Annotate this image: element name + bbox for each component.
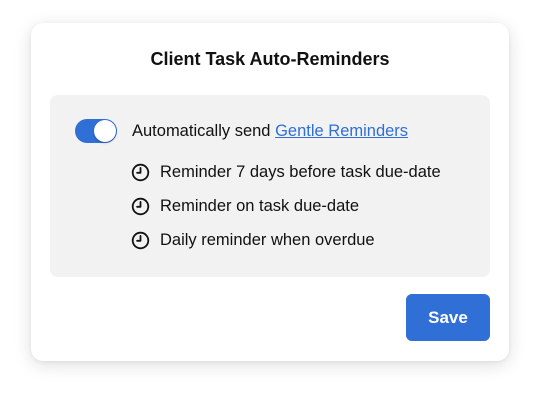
clock-icon [131, 197, 150, 215]
reminder-item-due-date: Reminder on task due-date [131, 195, 359, 217]
reminder-item-daily-overdue: Daily reminder when overdue [131, 229, 375, 251]
dialog-title: Client Task Auto-Reminders [150, 49, 390, 69]
reminder-item-7-days-before: Reminder 7 days before task due-date [131, 161, 441, 183]
reminder-settings-panel: Automatically send Gentle Reminders Remi… [50, 95, 490, 277]
clock-icon [131, 163, 150, 181]
clock-icon [131, 231, 150, 249]
reminder-label: Reminder 7 days before task due-date [160, 162, 441, 181]
auto-send-toggle[interactable] [75, 119, 117, 143]
auto-send-label: Automatically send Gentle Reminders [132, 122, 408, 141]
toggle-knob [94, 120, 116, 142]
auto-send-prefix: Automatically send [132, 122, 276, 140]
save-button[interactable]: Save [406, 294, 490, 341]
gentle-reminders-link[interactable]: Gentle Reminders [275, 122, 408, 140]
reminder-label: Daily reminder when overdue [160, 230, 375, 249]
reminder-label: Reminder on task due-date [160, 196, 360, 215]
reminders-dialog: Client Task Auto-Reminders Automatically… [31, 23, 509, 361]
